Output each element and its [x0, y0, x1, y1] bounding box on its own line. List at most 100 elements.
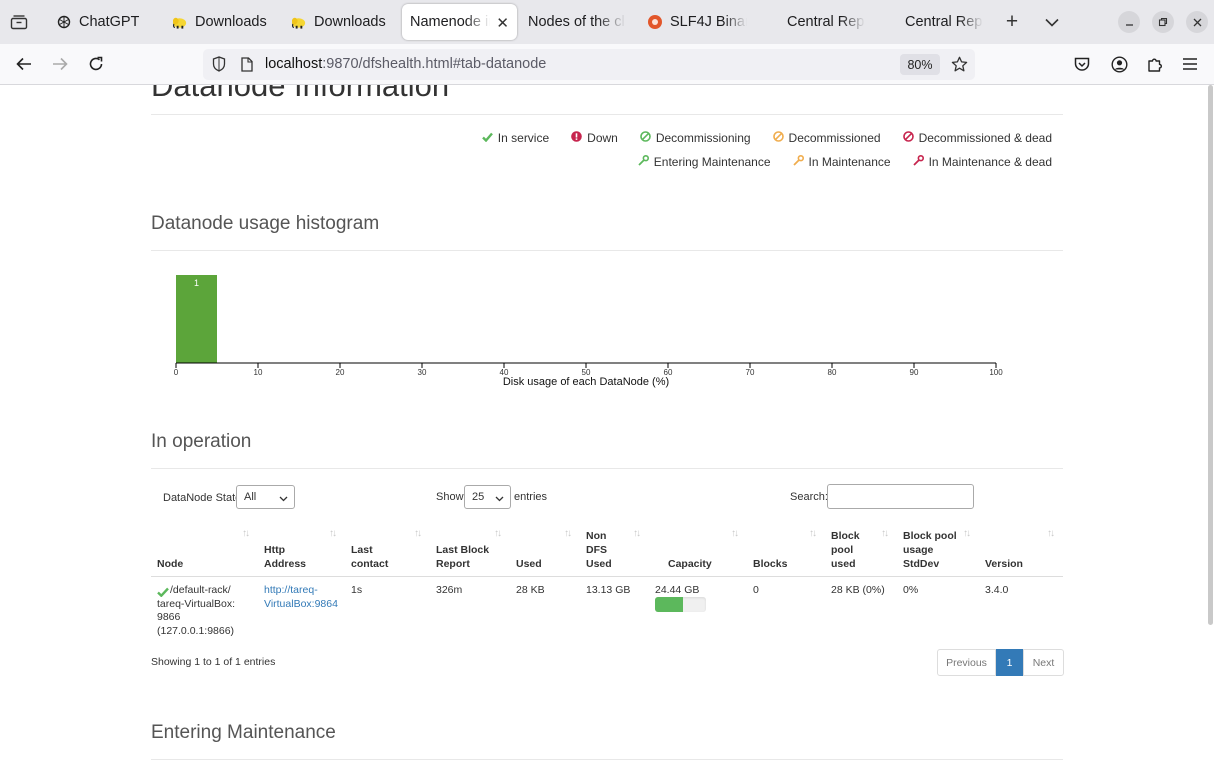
page-1-button[interactable]: 1: [996, 649, 1023, 676]
tab-bar: ChatGPT Downloads Downloads Namenode inf…: [0, 0, 1214, 44]
ban-icon: [772, 131, 784, 145]
sort-icon[interactable]: ↑↓: [414, 528, 422, 539]
http-address-link[interactable]: VirtualBox:9864: [264, 598, 344, 612]
cell-last-contact: 1s: [351, 584, 363, 596]
pocket-icon[interactable]: [1070, 52, 1094, 76]
x-axis-tick-label: 80: [828, 368, 837, 377]
ban-icon: [640, 131, 651, 145]
legend-in-maintenance-dead: In Maintenance & dead: [912, 154, 1052, 169]
status-legend-row-1: In service Down Decommissioning Decommis…: [481, 131, 1052, 145]
page-scrollbar[interactable]: [1206, 85, 1214, 768]
divider: [151, 759, 1063, 760]
back-arrow-icon[interactable]: [12, 52, 36, 76]
sort-icon[interactable]: ↑↓: [329, 528, 337, 539]
reload-icon[interactable]: [84, 52, 108, 76]
column-header-block-pool-used[interactable]: Block pool used: [831, 529, 865, 571]
forward-arrow-icon[interactable]: [48, 52, 72, 76]
column-header-http-address[interactable]: Http Address: [264, 543, 324, 571]
legend-label: Entering Maintenance: [653, 155, 771, 169]
sort-icon[interactable]: ↑↓: [881, 528, 889, 539]
hadoop-elephant-icon: [172, 14, 188, 30]
url-text[interactable]: localhost:9870/dfshealth.html#tab-datano…: [265, 56, 546, 72]
entries-per-page-select[interactable]: 25: [464, 485, 511, 509]
cell-last-block-report: 326m: [436, 584, 463, 596]
capacity-usage-bar: [655, 597, 706, 612]
tab-downloads-1[interactable]: Downloads: [172, 4, 284, 40]
previous-page-button[interactable]: Previous: [937, 649, 996, 676]
histogram-heading: Datanode usage histogram: [151, 213, 380, 234]
tab-nodes-of-the-cluster[interactable]: Nodes of the cluster: [528, 4, 626, 40]
tab-list-icon[interactable]: [9, 12, 29, 32]
column-header-last-contact[interactable]: Last contact: [351, 543, 406, 571]
cell-node-line: tareq-VirtualBox:: [157, 597, 236, 610]
hamburger-menu-icon[interactable]: [1178, 52, 1202, 76]
column-header-used[interactable]: Used: [516, 557, 566, 571]
legend-decommissioning: Decommissioning: [640, 131, 751, 145]
tab-label: Central Repository: [905, 14, 983, 30]
cell-non-dfs-used: 13.13 GB: [586, 584, 631, 596]
tab-chatgpt[interactable]: ChatGPT: [56, 4, 166, 40]
sort-icon[interactable]: ↑↓: [731, 528, 739, 539]
column-header-block-pool-usage-stddev[interactable]: Block pool usage StdDev: [903, 529, 965, 571]
cell-block-pool-used: 28 KB (0%): [831, 584, 885, 596]
entering-maintenance-heading: Entering Maintenance: [151, 722, 336, 743]
close-window-icon[interactable]: [1186, 11, 1208, 33]
sort-icon[interactable]: ↑↓: [564, 528, 572, 539]
legend-label: In Maintenance: [808, 155, 891, 169]
column-header-blocks[interactable]: Blocks: [753, 557, 803, 571]
column-header-last-block-report[interactable]: Last Block Report: [436, 543, 496, 571]
scrollbar-thumb[interactable]: [1208, 85, 1213, 625]
sort-icon[interactable]: ↑↓: [242, 528, 250, 539]
close-icon[interactable]: ✕: [496, 14, 509, 32]
legend-decommissioned: Decommissioned: [772, 131, 881, 145]
legend-label: Decommissioning: [655, 131, 751, 145]
zoom-level-button[interactable]: 80%: [900, 54, 940, 75]
pagination: Previous 1 Next: [937, 649, 1064, 676]
page-icon[interactable]: [239, 56, 255, 72]
datanode-state-value: All: [244, 491, 257, 503]
sort-icon[interactable]: ↑↓: [963, 528, 971, 539]
column-header-non-dfs-used[interactable]: Non DFS Used: [586, 529, 622, 571]
x-axis-tick-label: 100: [989, 368, 1003, 377]
column-header-capacity[interactable]: Capacity: [668, 557, 728, 571]
tab-central-repository-1[interactable]: Central Repository: [787, 4, 865, 40]
entries-per-page-value: 25: [472, 491, 485, 503]
new-tab-plus-icon[interactable]: +: [1001, 10, 1023, 33]
show-label: Show: [436, 491, 464, 503]
capacity-usage-fill: [655, 597, 683, 612]
address-bar[interactable]: localhost:9870/dfshealth.html#tab-datano…: [203, 49, 975, 80]
tab-downloads-2[interactable]: Downloads: [291, 4, 401, 40]
column-header-version[interactable]: Version: [985, 557, 1035, 571]
shield-icon[interactable]: [211, 56, 227, 72]
bookmark-star-icon[interactable]: [950, 55, 968, 73]
cell-node-line: /default-rack/: [170, 584, 231, 596]
column-header-node[interactable]: Node: [157, 557, 237, 571]
account-icon[interactable]: [1107, 52, 1131, 76]
entries-label: entries: [514, 491, 548, 503]
cell-node-line: (127.0.0.1:9866): [157, 624, 235, 637]
page-content: Datanode Information In service Down Dec…: [0, 85, 1214, 768]
search-input[interactable]: [827, 484, 974, 509]
sort-icon[interactable]: ↑↓: [633, 528, 641, 539]
chevron-down-icon[interactable]: [1041, 12, 1063, 32]
tab-slf4j-binary[interactable]: SLF4J Binary: [647, 4, 747, 40]
tab-namenode-information[interactable]: Namenode information ✕: [402, 4, 517, 40]
cell-version: 3.4.0: [985, 584, 1009, 596]
sort-icon[interactable]: ↑↓: [1047, 528, 1055, 539]
divider: [151, 114, 1063, 115]
restore-icon[interactable]: [1152, 11, 1174, 33]
hadoop-elephant-icon: [291, 14, 307, 30]
tab-central-repository-2[interactable]: Central Repository: [905, 4, 983, 40]
datanode-state-select[interactable]: All: [236, 485, 295, 509]
http-address-link[interactable]: http://tareq-: [264, 584, 344, 598]
datanode-state-label: DataNode State: [163, 492, 242, 504]
extensions-puzzle-icon[interactable]: [1143, 52, 1167, 76]
minimize-icon[interactable]: [1118, 11, 1140, 33]
sort-icon[interactable]: ↑↓: [809, 528, 817, 539]
search-label: Search:: [790, 491, 828, 503]
next-page-button[interactable]: Next: [1023, 649, 1064, 676]
sort-icon[interactable]: ↑↓: [494, 528, 502, 539]
legend-entering-maintenance: Entering Maintenance: [638, 154, 771, 169]
cell-http-address[interactable]: http://tareq- VirtualBox:9864: [264, 584, 344, 611]
in-operation-heading: In operation: [151, 431, 252, 452]
